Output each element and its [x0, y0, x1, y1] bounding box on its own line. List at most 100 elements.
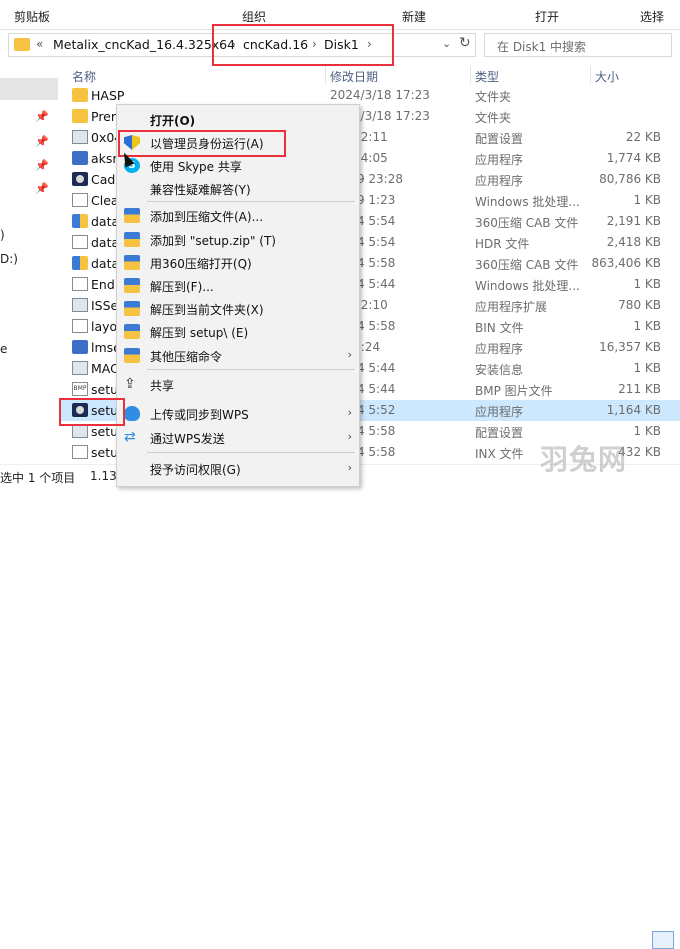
- file-type: 应用程序: [475, 174, 524, 188]
- file-type: 安装信息: [475, 363, 524, 377]
- submenu-arrow-icon: ›: [347, 348, 352, 361]
- overflow-chevron[interactable]: «: [36, 37, 43, 51]
- nav-selected-item[interactable]: [0, 78, 58, 100]
- pin-icon: 📌: [35, 110, 49, 123]
- menu-item[interactable]: 添加到压缩文件(A)...: [117, 205, 359, 226]
- menu-item[interactable]: 解压到当前文件夹(X): [117, 298, 359, 319]
- file-icon: [72, 193, 88, 207]
- view-toggle-icon[interactable]: [652, 931, 674, 949]
- file-name: setu: [91, 382, 119, 397]
- file-size: 863,406 KB: [591, 256, 661, 270]
- menu-item[interactable]: 其他压缩命令 ›: [117, 345, 359, 366]
- file-name: Clea: [91, 193, 119, 208]
- file-row[interactable]: HASP 2024/3/18 17:23 文件夹: [60, 85, 680, 106]
- file-name: ISSe: [91, 298, 119, 313]
- file-size: 780 KB: [618, 298, 661, 312]
- menu-item[interactable]: 添加到 "setup.zip" (T): [117, 229, 359, 250]
- file-name: Cad: [91, 172, 116, 187]
- ribbon-group-organize: 组织: [242, 10, 267, 24]
- cfg-icon: [72, 361, 88, 375]
- cfg-icon: [72, 130, 88, 144]
- ribbon-group-open: 打开: [535, 10, 560, 24]
- cd-icon: [72, 172, 88, 186]
- file-icon: [72, 445, 88, 459]
- menu-item[interactable]: 打开(O): [117, 109, 359, 130]
- nav-drive-item[interactable]: D:): [0, 252, 18, 266]
- file-name: HASP: [91, 88, 125, 103]
- cfg-icon: [72, 424, 88, 438]
- file-type: 配置设置: [475, 426, 524, 440]
- file-type: BMP 图片文件: [475, 384, 553, 398]
- column-separator[interactable]: [590, 66, 591, 84]
- menu-item[interactable]: 授予访问权限(G) ›: [117, 458, 359, 479]
- folder-icon: [14, 38, 30, 51]
- ribbon-group-clipboard: 剪贴板: [14, 10, 51, 24]
- file-size: 22 KB: [625, 130, 661, 144]
- file-size: 1 KB: [633, 361, 661, 375]
- column-header-type[interactable]: 类型: [475, 68, 499, 85]
- zip-icon: [124, 324, 140, 339]
- menu-item[interactable]: 解压到(F)...: [117, 275, 359, 296]
- cfg-icon: [72, 298, 88, 312]
- status-selected-count: 选中 1 个项目: [0, 471, 76, 485]
- highlight-box-address: [212, 24, 394, 66]
- column-header-date[interactable]: 修改日期: [330, 68, 378, 85]
- file-name: MAC: [91, 361, 119, 376]
- column-header-size[interactable]: 大小: [595, 68, 619, 85]
- zip-icon: [124, 348, 140, 363]
- cloud-icon: [124, 406, 140, 421]
- file-type: 360压缩 CAB 文件: [475, 216, 579, 230]
- zip-icon: [124, 278, 140, 293]
- file-type: Windows 批处理...: [475, 195, 580, 209]
- search-input[interactable]: 在 Disk1 中搜索: [484, 33, 672, 57]
- menu-item[interactable]: 用360压缩打开(Q): [117, 252, 359, 273]
- menu-item-label: 解压到当前文件夹(X): [150, 303, 264, 317]
- menu-item-label: 上传或同步到WPS: [150, 408, 249, 422]
- address-dropdown-icon[interactable]: ⌄: [442, 37, 451, 50]
- menu-item[interactable]: S 使用 Skype 共享: [117, 155, 359, 176]
- nav-drive-item[interactable]: ): [0, 228, 5, 242]
- file-type: 文件夹: [475, 111, 512, 125]
- column-separator[interactable]: [325, 66, 326, 84]
- nav-drive-item[interactable]: e: [0, 342, 7, 356]
- ribbon-group-select: 选择: [640, 10, 665, 24]
- file-type: 应用程序: [475, 342, 524, 356]
- menu-separator: [147, 369, 355, 370]
- menu-item-label: 其他压缩命令: [150, 350, 223, 364]
- menu-item[interactable]: 上传或同步到WPS ›: [117, 403, 359, 424]
- file-name: layo: [91, 319, 118, 334]
- menu-item-label: 授予访问权限(G): [150, 463, 241, 477]
- context-menu: 打开(O) 以管理员身份运行(A) S 使用 Skype 共享 兼容性疑难解答(Y) 添加…: [116, 104, 360, 487]
- file-size: 1 KB: [633, 424, 661, 438]
- file-size: 1 KB: [633, 319, 661, 333]
- file-type: 应用程序: [475, 405, 524, 419]
- share-icon: ⇪: [124, 376, 136, 392]
- file-size: 211 KB: [618, 382, 661, 396]
- cab-icon: [72, 256, 88, 270]
- file-size: 1 KB: [633, 193, 661, 207]
- menu-item[interactable]: ⇪ 共享: [117, 374, 359, 395]
- refresh-icon[interactable]: ↻: [459, 35, 471, 51]
- highlight-box-setup: [59, 398, 125, 426]
- column-header-name[interactable]: 名称: [72, 68, 96, 85]
- file-type: HDR 文件: [475, 237, 530, 251]
- column-separator[interactable]: [470, 66, 471, 84]
- submenu-arrow-icon: ›: [347, 406, 352, 419]
- file-name: setu: [91, 445, 119, 460]
- menu-item[interactable]: 兼容性疑难解答(Y): [117, 178, 359, 199]
- file-name: setu: [91, 424, 119, 439]
- file-size: 1,164 KB: [606, 403, 661, 417]
- exe-icon: [72, 151, 88, 165]
- menu-item[interactable]: 解压到 setup\ (E): [117, 321, 359, 342]
- breadcrumb-metalix[interactable]: Metalix_cncKad_16.4.325x64: [53, 37, 235, 52]
- navigation-pane: 📌 📌 📌 📌 ) D:) e: [0, 60, 60, 464]
- file-date: 2024/3/18 17:23: [330, 88, 430, 102]
- menu-item[interactable]: ⇄ 通过WPS发送 ›: [117, 427, 359, 448]
- file-size: 2,191 KB: [606, 214, 661, 228]
- cab-icon: [72, 214, 88, 228]
- file-type: 360压缩 CAB 文件: [475, 258, 579, 272]
- zip-icon: [124, 208, 140, 223]
- file-icon: [72, 235, 88, 249]
- pin-icon: 📌: [35, 135, 49, 148]
- bmp-icon: BMP: [72, 382, 88, 396]
